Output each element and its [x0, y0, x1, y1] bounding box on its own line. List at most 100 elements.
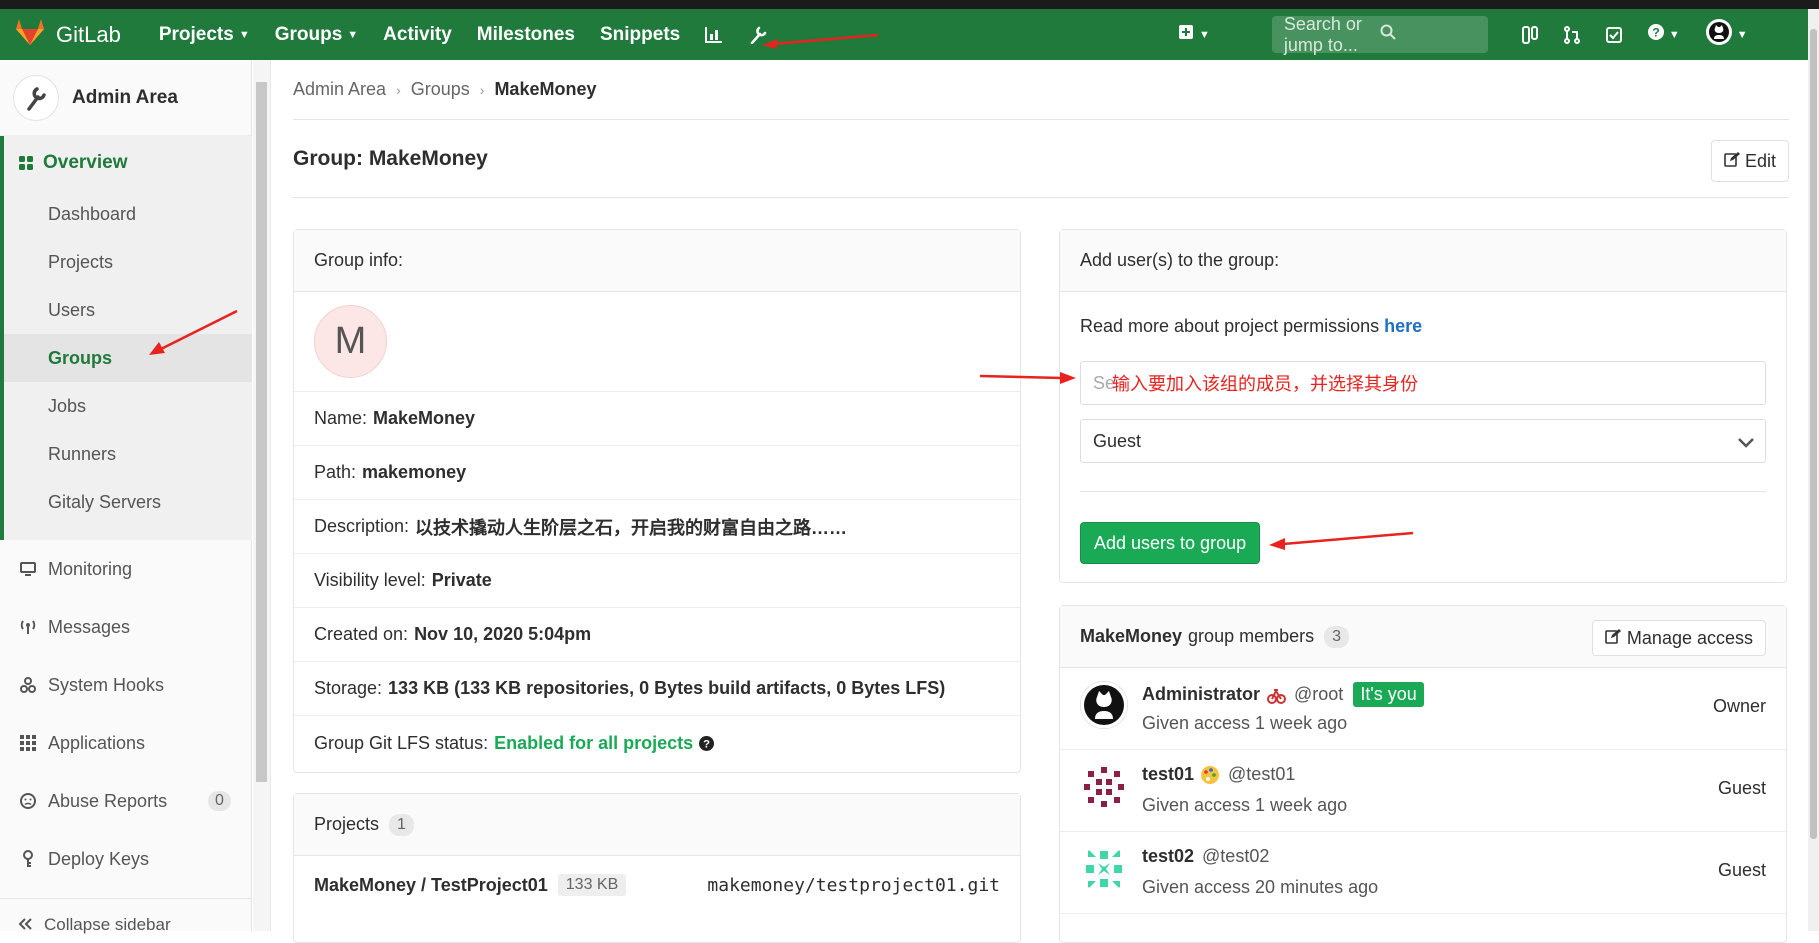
nav-snippets[interactable]: Snippets	[600, 24, 680, 46]
sidebar-header[interactable]: Admin Area	[0, 60, 251, 136]
avatar[interactable]	[1080, 763, 1128, 811]
sidebar-item-overview[interactable]: Overview	[4, 136, 252, 190]
annotation-arrow-input	[979, 372, 1076, 384]
search-input[interactable]: Search or jump to...	[1271, 13, 1488, 55]
sidebar-item-label: Overview	[43, 152, 128, 173]
chevron-down-icon: ▼	[238, 28, 250, 41]
wrench-icon	[13, 74, 59, 121]
sidebar-item-monitoring[interactable]: Monitoring	[0, 540, 252, 598]
avatar[interactable]	[1080, 845, 1128, 893]
sidebar-item-projects[interactable]: Projects	[4, 238, 252, 286]
member-given-access: Given access 1 week ago	[1142, 795, 1348, 815]
navbar-right: ▼ Search or jump to... ? ▼ ▼	[1178, 9, 1774, 60]
project-name[interactable]: MakeMoney / TestProject01	[314, 875, 548, 896]
search-placeholder: Search or jump to...	[1283, 13, 1362, 55]
chart-icon[interactable]	[705, 26, 723, 43]
chevron-down-icon	[1737, 433, 1755, 454]
info-row-path: Path: makemoney	[294, 446, 1020, 500]
count-badge: 1	[389, 813, 414, 836]
annotation-arrow-add-button	[1269, 531, 1414, 550]
nav-projects[interactable]: Projects ▼	[159, 24, 250, 46]
info-value: MakeMoney	[373, 408, 476, 428]
avatar-letter: M	[314, 305, 387, 378]
member-given-access: Given access 1 week ago	[1142, 713, 1348, 733]
sidebar-item-jobs[interactable]: Jobs	[4, 382, 252, 430]
chevron-down-icon: ▼	[1668, 28, 1680, 41]
nav-milestones[interactable]: Milestones	[477, 24, 575, 46]
member-name[interactable]: test01	[1142, 764, 1194, 785]
project-row[interactable]: MakeMoney / TestProject01 133 KB makemon…	[294, 856, 1020, 914]
info-label: Created on:	[314, 624, 409, 644]
group-info-card: Group info: M Name: MakeMoney Path: makemo…	[293, 229, 1021, 773]
member-line: test01 @test01	[1142, 764, 1295, 785]
role-select-value: Guest	[1093, 430, 1142, 451]
brand[interactable]: GitLab	[16, 19, 121, 50]
breadcrumb-current[interactable]: MakeMoney	[494, 79, 596, 100]
sidebar-item-system-hooks[interactable]: System Hooks	[0, 656, 252, 714]
breadcrumb-groups[interactable]: Groups	[411, 79, 470, 100]
page-scrollbar-thumb[interactable]	[1810, 29, 1817, 839]
count-badge: 3	[1324, 625, 1350, 648]
its-you-badge: It's you	[1353, 682, 1424, 707]
permissions-link[interactable]: here	[1384, 316, 1422, 336]
info-row-lfs: Group Git LFS status: Enabled for all pr…	[294, 716, 1020, 770]
dashboard-grid-icon	[19, 156, 33, 170]
page-title: Group: MakeMoney	[293, 146, 488, 170]
sidebar-scrollbar-thumb[interactable]	[256, 82, 267, 782]
member-given-access: Given access 20 minutes ago	[1142, 877, 1379, 897]
chevron-right-icon: ›	[479, 81, 485, 98]
member-username: @test02	[1202, 846, 1270, 866]
divider	[1080, 491, 1766, 492]
member-role: Guest	[1717, 778, 1766, 798]
new-dropdown[interactable]: ▼	[1178, 24, 1210, 45]
member-line: test02 @test02	[1142, 846, 1269, 867]
card-header: Projects 1	[294, 794, 1020, 856]
sidebar-item-abuse-reports[interactable]: Abuse Reports 0	[0, 772, 252, 830]
chevron-down-icon: ▼	[347, 28, 359, 41]
role-select[interactable]: Guest	[1080, 419, 1766, 463]
projects-title: Projects	[314, 814, 380, 834]
edit-button[interactable]: Edit	[1710, 140, 1789, 182]
page-scrollbar[interactable]	[1808, 9, 1819, 931]
project-path: makemoney/testproject01.git	[707, 874, 1000, 896]
hook-icon	[18, 677, 38, 693]
card-header: Group info:	[294, 230, 1020, 292]
members-header-suffix: group members	[1188, 626, 1315, 646]
manage-access-label: Manage access	[1626, 627, 1753, 648]
sidebar-item-label: Abuse Reports	[48, 790, 168, 811]
sidebar-item-applications[interactable]: Applications	[0, 714, 252, 772]
nav-groups[interactable]: Groups ▼	[275, 24, 358, 46]
sidebar-title: Admin Area	[72, 86, 178, 108]
edit-icon	[1724, 151, 1740, 172]
member-line: Administrator @root It's you	[1142, 682, 1424, 707]
annotation-note: 输入要加入该组的成员，并选择其身份	[1112, 374, 1418, 394]
user-menu[interactable]: ▼	[1705, 19, 1748, 50]
nav-label: Milestones	[476, 23, 575, 45]
help-dropdown[interactable]: ? ▼	[1647, 24, 1680, 45]
projects-card: Projects 1 MakeMoney / TestProject01 133…	[293, 793, 1021, 943]
nav-activity[interactable]: Activity	[383, 24, 452, 46]
avatar[interactable]	[1080, 681, 1128, 729]
member-name[interactable]: Administrator	[1142, 684, 1260, 705]
sidebar-item-label: Monitoring	[48, 558, 133, 579]
sidebar-item-runners[interactable]: Runners	[4, 430, 252, 478]
merge-request-icon[interactable]	[1563, 25, 1580, 44]
sidebar-item-gitaly-servers[interactable]: Gitaly Servers	[4, 478, 252, 526]
sidebar-item-dashboard[interactable]: Dashboard	[4, 190, 252, 238]
issues-icon[interactable]	[1521, 25, 1538, 44]
todo-icon[interactable]	[1605, 26, 1622, 43]
bicycle-emoji-icon	[1266, 685, 1287, 705]
breadcrumb-admin-area[interactable]: Admin Area	[293, 79, 386, 100]
member-role: Guest	[1717, 860, 1766, 880]
palette-emoji-icon	[1200, 765, 1220, 785]
sidebar-item-deploy-keys[interactable]: Deploy Keys	[0, 830, 252, 888]
question-circle-icon[interactable]: ?	[699, 735, 715, 751]
info-label: Visibility level:	[314, 570, 426, 590]
collapse-sidebar-button[interactable]: Collapse sidebar	[0, 898, 252, 938]
manage-access-button[interactable]: Manage access	[1591, 620, 1766, 656]
add-users-button[interactable]: Add users to group	[1080, 522, 1261, 564]
sidebar-scrollbar[interactable]	[253, 60, 271, 931]
info-row-visibility: Visibility level: Private	[294, 554, 1020, 608]
sidebar-item-messages[interactable]: Messages	[0, 598, 252, 656]
member-name[interactable]: test02	[1142, 846, 1194, 867]
